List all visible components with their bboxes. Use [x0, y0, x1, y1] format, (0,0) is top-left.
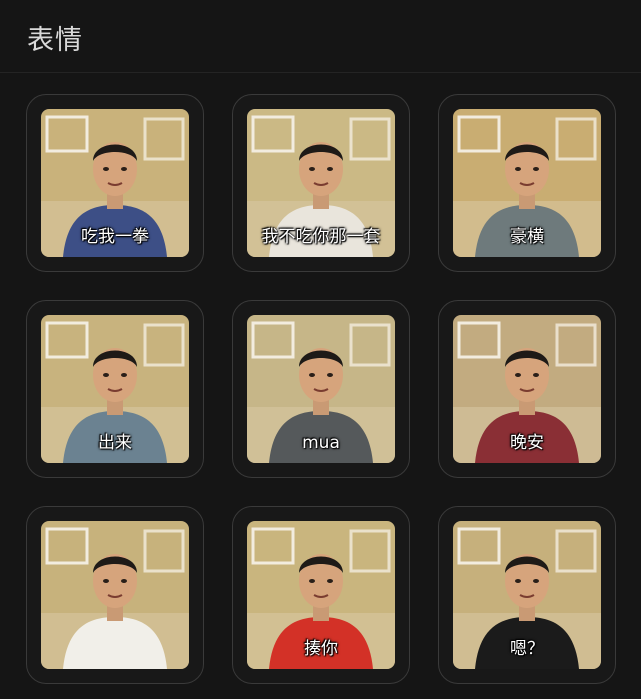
sticker-cell[interactable]: mua: [232, 300, 410, 478]
sticker-cell[interactable]: 晚安: [438, 300, 616, 478]
panel-header: 表情: [0, 0, 641, 73]
sticker-caption: 出来: [98, 433, 132, 453]
sticker-cell[interactable]: 豪横: [438, 94, 616, 272]
sticker-thumbnail: 我不吃你那一套: [247, 109, 395, 257]
sticker-grid: 吃我一拳 我不吃你那一套 豪横 出来 mua 晚安 揍你 嗯？: [26, 94, 616, 684]
sticker-thumbnail: 出来: [41, 315, 189, 463]
panel-title: 表情: [27, 25, 83, 56]
sticker-caption: mua: [302, 433, 340, 453]
salute-sticker: [41, 521, 189, 669]
sticker-cell[interactable]: 嗯？: [438, 506, 616, 684]
sticker-thumbnail: mua: [247, 315, 395, 463]
sticker-caption: 揍你: [304, 639, 338, 659]
sticker-cell[interactable]: 出来: [26, 300, 204, 478]
sticker-caption: 我不吃你那一套: [261, 227, 381, 247]
sticker-caption: 吃我一拳: [81, 227, 149, 247]
sticker-thumbnail: 豪横: [453, 109, 601, 257]
sticker-caption: 豪横: [510, 227, 544, 247]
sticker-thumbnail: 揍你: [247, 521, 395, 669]
sticker-thumbnail: 晚安: [453, 315, 601, 463]
sticker-caption: 晚安: [510, 433, 544, 453]
sticker-cell[interactable]: 揍你: [232, 506, 410, 684]
sticker-cell[interactable]: 吃我一拳: [26, 94, 204, 272]
sticker-thumbnail: [41, 521, 189, 669]
sticker-caption: 嗯？: [510, 639, 544, 659]
sticker-thumbnail: 嗯？: [453, 521, 601, 669]
sticker-cell[interactable]: 我不吃你那一套: [232, 94, 410, 272]
sticker-cell[interactable]: [26, 506, 204, 684]
sticker-thumbnail: 吃我一拳: [41, 109, 189, 257]
sticker-panel: 表情 吃我一拳 我不吃你那一套 豪横 出来 mua 晚安 揍你 嗯？: [0, 0, 641, 699]
